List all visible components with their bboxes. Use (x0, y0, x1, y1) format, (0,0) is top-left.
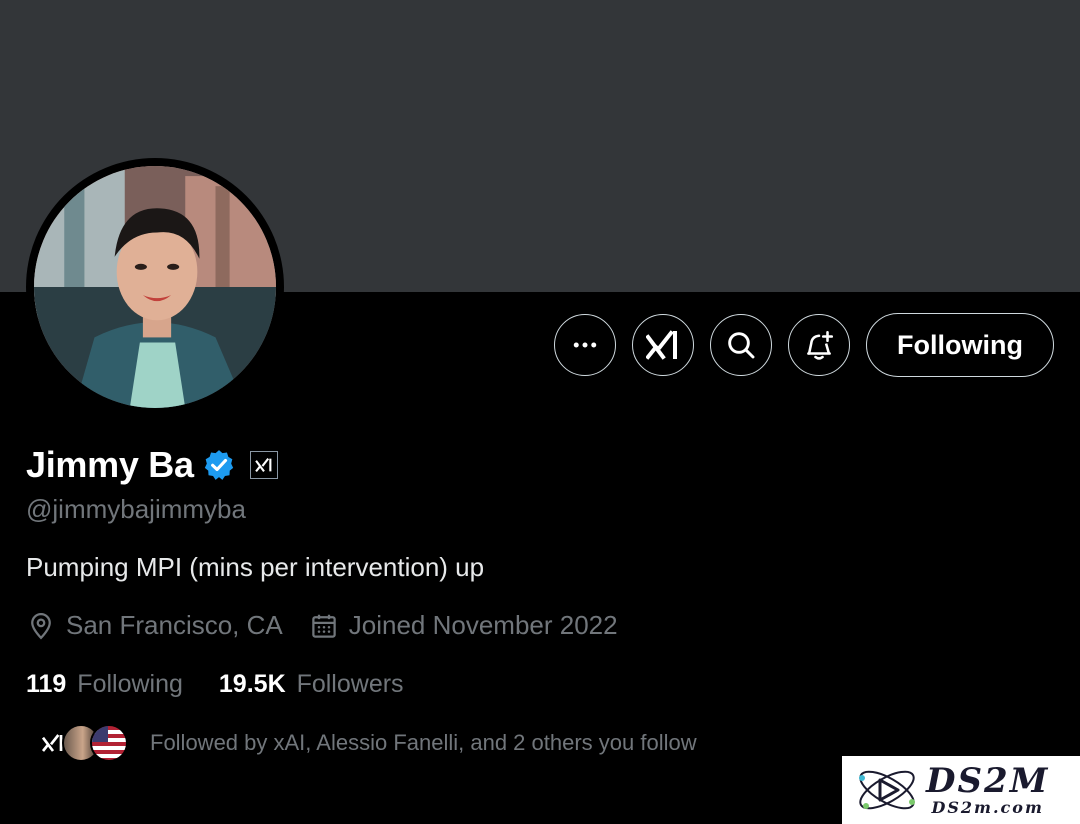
search-icon (728, 332, 755, 359)
atom-logo-icon (859, 770, 915, 810)
followers-stat-link[interactable]: 19.5K Followers (219, 670, 404, 699)
followers-count: 19.5K (218, 670, 286, 698)
verified-badge-icon[interactable] (202, 448, 236, 482)
followed-by-avatars (34, 724, 128, 762)
affiliation-badge[interactable] (249, 451, 278, 479)
followed-by-text: Followed by xAI, Alessio Fanelli, and 2 … (150, 730, 697, 755)
watermark-main: DS2M (926, 761, 1050, 801)
display-name: Jimmy Ba (26, 444, 194, 485)
location-item: San Francisco, CA (26, 610, 283, 641)
search-button[interactable] (710, 314, 773, 376)
joined-item: Joined November 2022 (309, 610, 618, 641)
xai-logo-icon (254, 457, 272, 473)
name-row: Jimmy Ba (26, 444, 278, 486)
user-handle: @jimmybajimmyba (26, 494, 246, 524)
follow-stats: 119 Following 19.5K Followers (26, 670, 440, 699)
grok-button[interactable] (632, 314, 695, 376)
calendar-icon (312, 614, 336, 638)
followed-by-row[interactable]: Followed by xAI, Alessio Fanelli, and 2 … (34, 724, 697, 762)
joined-text: Joined November 2022 (348, 610, 618, 640)
notify-button[interactable] (788, 314, 851, 376)
profile-actions: Following (554, 313, 1054, 377)
more-button[interactable] (554, 314, 617, 376)
location-text: San Francisco, CA (66, 610, 283, 640)
followed-by-avatar-flag (90, 724, 128, 762)
bell-plus-icon (807, 330, 834, 360)
site-watermark: DS2M DS2m.com (842, 756, 1080, 824)
following-stat-link[interactable]: 119 Following (26, 670, 183, 699)
following-button[interactable]: Following (866, 313, 1054, 377)
following-label: Following (77, 670, 183, 698)
following-count: 119 (26, 670, 67, 698)
location-pin-icon (31, 612, 51, 640)
xai-logo-icon (646, 330, 678, 360)
user-bio: Pumping MPI (mins per intervention) up (26, 552, 485, 582)
profile-meta: San Francisco, CA Joined November 2022 (26, 610, 644, 641)
watermark-sub: DS2m.com (931, 798, 1044, 817)
profile-avatar[interactable] (26, 158, 284, 416)
followers-label: Followers (296, 670, 404, 698)
more-dots-icon (573, 342, 597, 348)
watermark-text: DS2M DS2m.com (926, 763, 1049, 817)
avatar-photo (34, 166, 276, 408)
avatar-illustration (34, 166, 276, 408)
